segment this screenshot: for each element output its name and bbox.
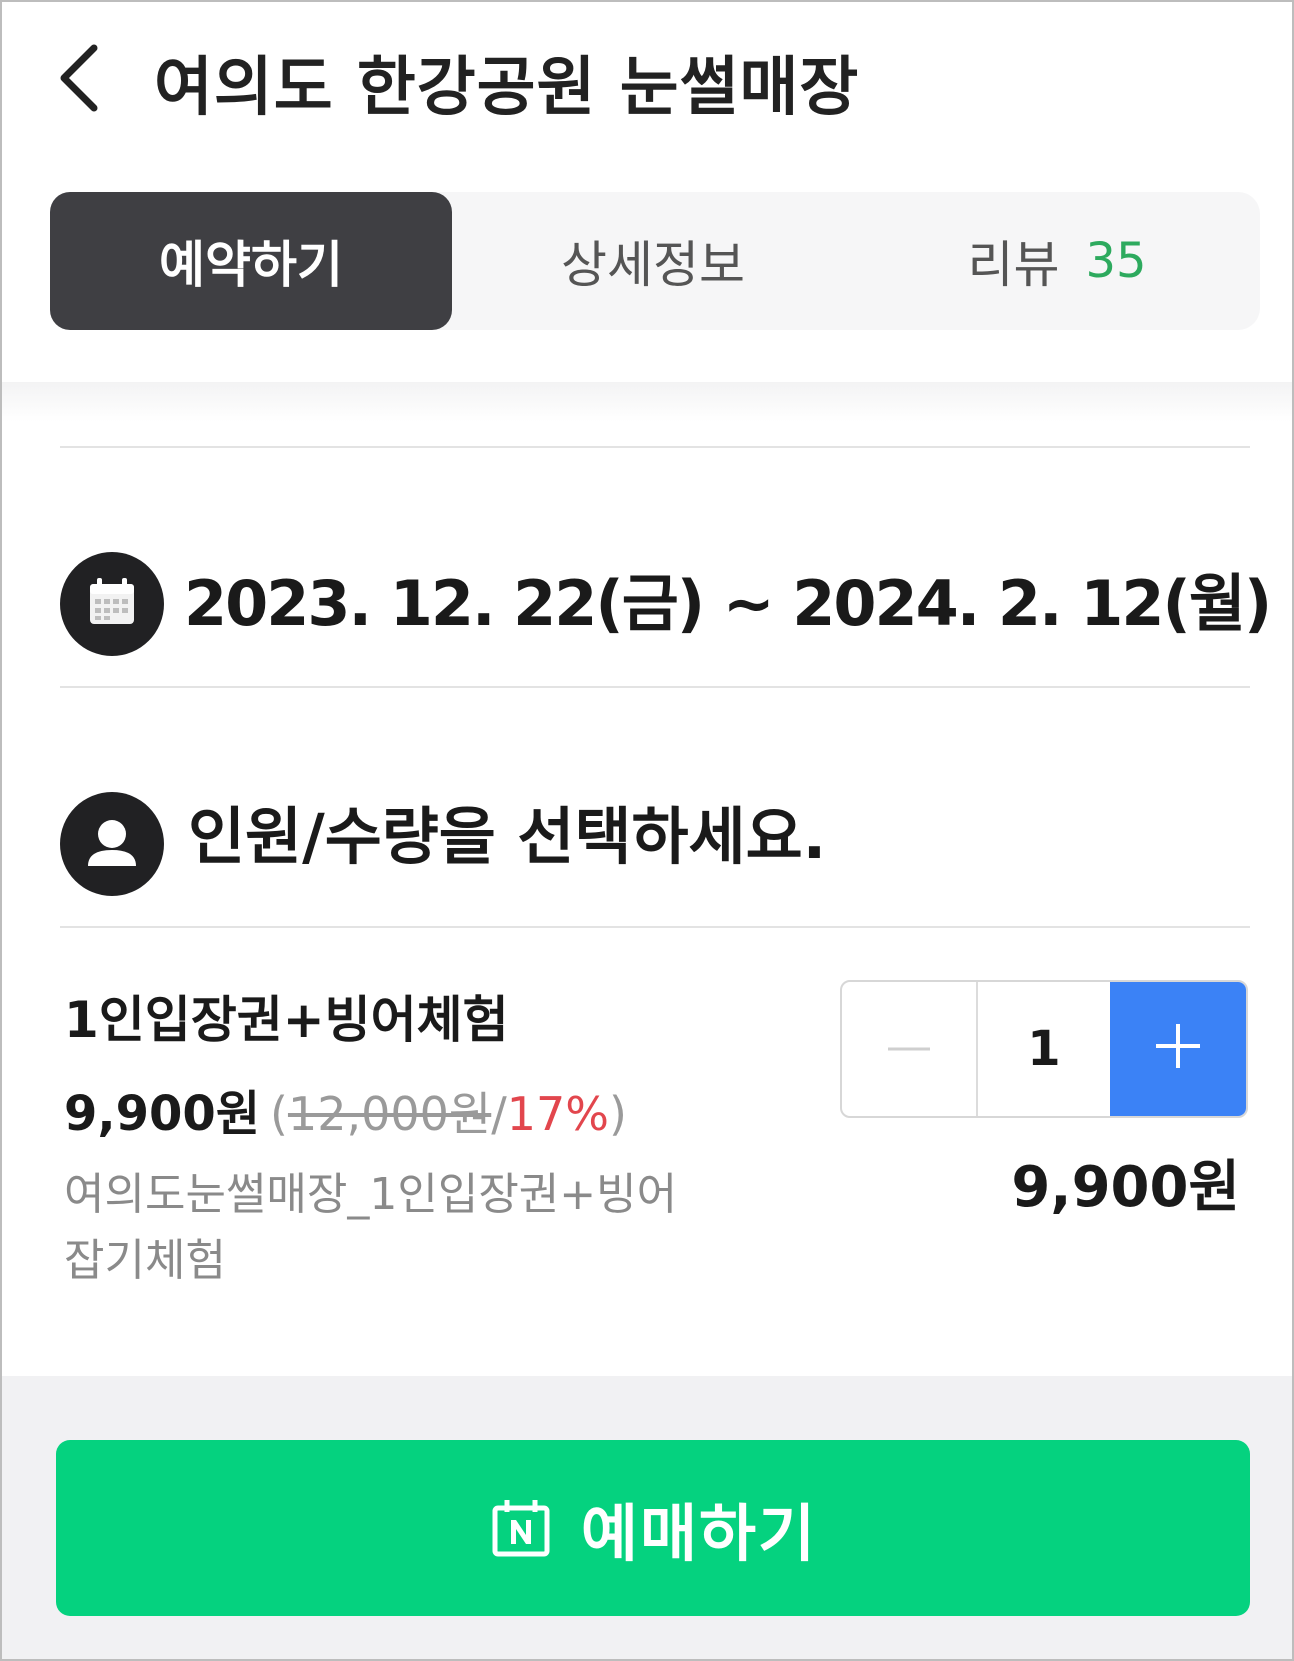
booking-panel: 여의도 한강공원 눈썰매장 예약하기 상세정보 리뷰 35 2023. 12. … xyxy=(0,0,1294,1661)
footer: 예매하기 xyxy=(2,1376,1292,1659)
increase-button[interactable] xyxy=(1110,982,1246,1116)
person-icon xyxy=(60,792,164,896)
buy-label: 예매하기 xyxy=(580,1497,818,1570)
product-name: 1인입장권+빙어체험 xyxy=(64,991,509,1049)
section-separator xyxy=(2,382,1292,422)
discount-rate: 17% xyxy=(506,1087,609,1141)
quantity-value: 1 xyxy=(1027,1021,1061,1077)
chevron-left-icon xyxy=(60,44,98,112)
tab-reviews[interactable]: 리뷰 35 xyxy=(854,192,1260,330)
tab-reservation[interactable]: 예약하기 xyxy=(50,192,452,330)
price-line: 9,900원 (12,000원/17%) xyxy=(64,1074,627,1144)
quantity-prompt: 인원/수량을 선택하세요. xyxy=(188,800,827,873)
date-range: 2023. 12. 22(금) ~ 2024. 2. 12(월) xyxy=(184,567,1272,640)
quantity-stepper: 1 xyxy=(840,980,1248,1118)
original-price: 12,000원 xyxy=(287,1087,492,1141)
price-detail: (12,000원/17%) xyxy=(270,1087,627,1141)
review-count: 35 xyxy=(1085,233,1147,289)
decrease-button[interactable] xyxy=(842,982,978,1116)
sale-price: 9,900원 xyxy=(64,1086,260,1142)
paren-close: ) xyxy=(608,1087,627,1141)
divider xyxy=(60,686,1250,688)
product-description: 여의도눈썰매장_1인입장권+빙어잡기체험 xyxy=(64,1169,678,1286)
calendar-icon xyxy=(60,552,164,656)
header: 여의도 한강공원 눈썰매장 xyxy=(2,2,1292,152)
naver-calendar-icon xyxy=(492,1500,550,1557)
tab-label: 리뷰 xyxy=(967,236,1060,294)
tab-label: 상세정보 xyxy=(561,236,745,294)
tab-label: 예약하기 xyxy=(159,236,343,294)
paren-open: ( xyxy=(270,1087,288,1141)
back-button[interactable] xyxy=(54,40,110,116)
divider xyxy=(60,926,1250,928)
price-slash: / xyxy=(491,1087,507,1141)
divider xyxy=(60,446,1250,448)
tab-details[interactable]: 상세정보 xyxy=(452,192,854,330)
page-title: 여의도 한강공원 눈썰매장 xyxy=(154,51,860,125)
buy-button[interactable]: 예매하기 xyxy=(56,1440,1250,1616)
plus-icon xyxy=(1156,1024,1200,1068)
minus-icon xyxy=(888,1047,930,1051)
tab-bar: 예약하기 상세정보 리뷰 35 xyxy=(50,192,1260,330)
subtotal-price: 9,900원 xyxy=(1011,1155,1240,1220)
